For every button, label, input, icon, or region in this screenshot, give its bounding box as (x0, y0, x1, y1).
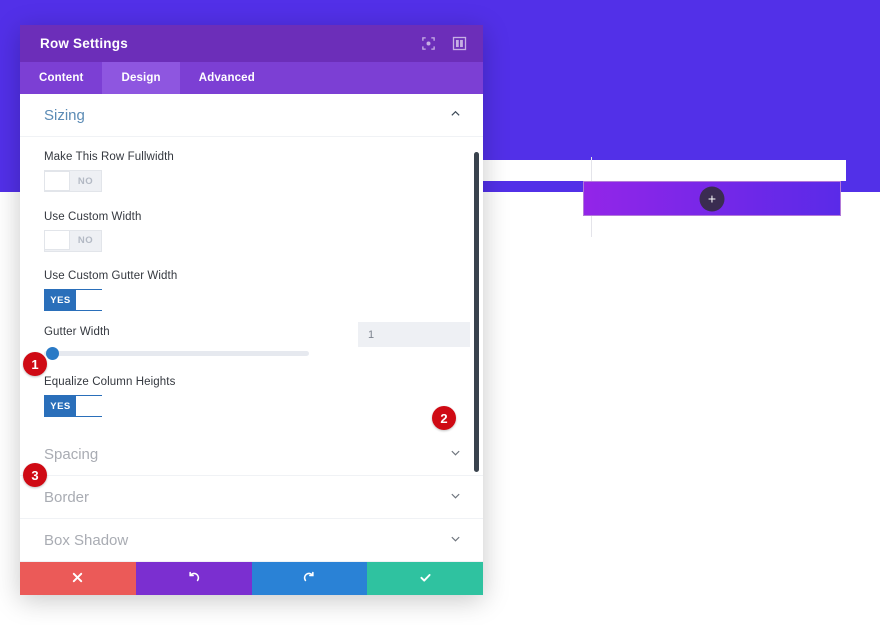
use-custom-width-toggle[interactable]: NO (44, 229, 102, 252)
chevron-down-icon[interactable] (450, 531, 461, 549)
row-settings-modal: Row Settings Content Design Advanced Siz… (20, 25, 483, 595)
section-header-spacing[interactable]: Spacing (20, 433, 483, 476)
toggle-value: NO (77, 235, 94, 246)
field-equalize-column-heights: Equalize Column Heights YES (44, 376, 459, 417)
modal-header-actions (421, 36, 467, 51)
plus-icon[interactable]: + (699, 186, 725, 211)
toggle-value: NO (77, 175, 94, 187)
toggle-knob (76, 395, 102, 416)
sizing-fields: Make This Row Fullwidth NO Use Custom Wi… (20, 137, 483, 433)
field-label: Use Custom Width (44, 210, 142, 223)
canvas-selected-row[interactable]: + (583, 181, 841, 216)
focus-target-icon[interactable] (421, 36, 436, 51)
field-gutter-width: Gutter Width 1 (44, 322, 470, 361)
section-title-sizing: Sizing (44, 106, 85, 124)
check-icon (419, 571, 432, 587)
canvas-hero-overhang (846, 0, 880, 216)
tab-content[interactable]: Content (20, 62, 102, 94)
annotation-badge-1: 1 (23, 352, 47, 376)
annotation-badge-2: 2 (432, 406, 456, 430)
tab-design[interactable]: Design (102, 62, 180, 94)
field-use-custom-width: Use Custom Width NO (44, 211, 459, 256)
chevron-down-icon[interactable] (450, 488, 461, 506)
toggle-knob (76, 289, 102, 310)
undo-arrow-icon (187, 571, 200, 587)
layout-panel-icon[interactable] (452, 36, 467, 51)
field-use-custom-gutter-width: Use Custom Gutter Width YES (44, 270, 459, 311)
tab-advanced[interactable]: Advanced (180, 62, 274, 94)
section-title-spacing: Spacing (44, 445, 99, 463)
make-row-fullwidth-toggle[interactable]: NO (44, 170, 102, 192)
toggle-knob (44, 170, 70, 191)
x-icon (71, 571, 84, 587)
modal-action-bar (20, 562, 483, 595)
use-custom-gutter-width-toggle[interactable]: YES (44, 289, 102, 311)
section-header-box-shadow[interactable]: Box Shadow (20, 519, 483, 562)
redo-arrow-icon (303, 571, 316, 587)
chevron-down-icon[interactable] (450, 445, 461, 463)
equalize-column-heights-toggle[interactable]: YES (44, 395, 102, 417)
redo-button[interactable] (251, 562, 368, 595)
gutter-width-input[interactable]: 1 (358, 322, 470, 347)
gutter-width-slider[interactable] (44, 345, 309, 361)
section-title-box-shadow: Box Shadow (44, 531, 129, 549)
gutter-width-slider-row: 1 (44, 322, 470, 361)
field-make-row-fullwidth: Make This Row Fullwidth NO (44, 151, 459, 196)
undo-button[interactable] (135, 562, 252, 595)
field-label: Use Custom Gutter Width (44, 270, 178, 282)
section-header-sizing[interactable]: Sizing (20, 94, 483, 137)
modal-scrollbar[interactable] (474, 152, 479, 472)
canvas-white-strip (479, 160, 846, 181)
field-label: Make This Row Fullwidth (44, 151, 174, 163)
modal-tab-bar: Content Design Advanced (20, 62, 483, 94)
annotation-badge-3: 3 (23, 463, 47, 487)
toggle-knob (44, 230, 70, 250)
field-label: Equalize Column Heights (44, 376, 176, 388)
close-button[interactable] (20, 562, 136, 595)
section-title-border: Border (44, 488, 90, 506)
chevron-up-icon[interactable] (450, 106, 461, 124)
modal-header: Row Settings (20, 25, 483, 62)
page-title: Row Settings (40, 36, 128, 51)
section-header-border[interactable]: Border (20, 476, 483, 519)
toggle-value: YES (50, 400, 71, 412)
save-button[interactable] (367, 562, 483, 595)
modal-body: Sizing Make This Row Fullwidth NO Use Cu… (20, 94, 483, 562)
slider-thumb[interactable] (46, 346, 59, 360)
slider-track[interactable] (44, 350, 309, 356)
toggle-value: YES (50, 294, 71, 306)
